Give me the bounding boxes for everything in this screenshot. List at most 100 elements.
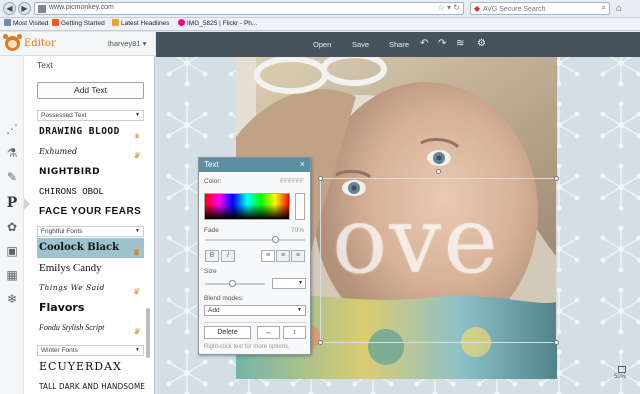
font-item[interactable]: ECUYERDAX (37, 357, 144, 377)
zoom-icon[interactable] (618, 366, 626, 373)
close-icon[interactable]: × (300, 159, 305, 169)
open-button[interactable]: Open (313, 40, 331, 49)
magnifier-icon[interactable]: ⌕ (602, 3, 606, 13)
font-item[interactable]: Fondu Stylish Script ♛ (37, 318, 144, 338)
font-item-selected[interactable]: Coolock Black ♛ (37, 238, 144, 258)
align-center-icon[interactable]: ≡ (276, 250, 290, 262)
flip-vertical-button[interactable]: ↕ (283, 326, 306, 339)
divider (204, 322, 306, 323)
fade-slider-knob[interactable] (272, 236, 279, 243)
fade-label: Fade (204, 227, 219, 234)
avg-icon: ◆ (474, 4, 481, 13)
blend-mode-select[interactable]: ▼ Add (204, 305, 306, 316)
font-category-possessed[interactable]: Possessed Text ▼ (37, 110, 144, 121)
bookmark-flickr[interactable]: IMG_5825 | Flickr - Ph... (178, 19, 257, 27)
rss-icon (112, 19, 119, 26)
blend-label: Blend modes: (204, 295, 244, 302)
color-value: FFFFFF (280, 178, 304, 185)
dropdown-arrow-icon: ▼ (135, 112, 140, 118)
undo-icon[interactable]: ↶ (420, 38, 428, 49)
color-spectrum[interactable] (204, 193, 290, 220)
font-item[interactable]: NIGHTBIRD (37, 162, 144, 182)
home-icon[interactable]: ⌂ (616, 3, 622, 14)
font-item[interactable]: TALL DARK AND HANDSOME (37, 377, 145, 394)
font-list-scrollbar[interactable] (146, 308, 150, 358)
touchup-brush-icon[interactable]: ✎ (5, 170, 19, 184)
add-text-button[interactable]: Add Text (37, 82, 144, 99)
font-item[interactable]: FACE YOUR FEARS (37, 202, 144, 222)
font-item[interactable]: CHIRONS OBOL (37, 182, 144, 202)
font-item[interactable]: Exhumed ♛ (37, 142, 144, 162)
hint-text: Right-click text for more options. (204, 344, 290, 350)
textures-icon[interactable]: ▦ (5, 268, 19, 282)
rotate-handle[interactable] (436, 169, 441, 174)
text-p-icon[interactable]: P (5, 196, 19, 210)
address-bar[interactable]: www.picmonkey.com ☆ ▾ ↻ (34, 2, 464, 15)
user-menu[interactable]: lharvey81 ▾ (108, 39, 146, 48)
firefox-icon (52, 19, 59, 26)
dropdown-arrow-icon: ▼ (297, 307, 302, 313)
browser-toolbar: ◀ ▶ www.picmonkey.com ☆ ▾ ↻ ◆ ⌕ ⌂ (0, 0, 640, 18)
overlays-butterfly-icon[interactable]: ✿ (5, 220, 19, 234)
edits-icon[interactable]: ⋰ (5, 122, 19, 136)
dialog-title: Text (204, 160, 219, 169)
resize-handle[interactable] (554, 176, 559, 181)
bookmarks-bar: Most Visited Getting Started Latest Head… (0, 18, 640, 31)
size-slider-knob[interactable] (229, 280, 237, 287)
resize-handle[interactable] (318, 176, 323, 181)
dropdown-arrow-icon: ▼ (135, 347, 140, 353)
color-label: Color: (204, 178, 222, 185)
panel-header: Editor lharvey81 ▾ (0, 32, 155, 56)
search-input[interactable] (483, 4, 598, 14)
text-dialog: Text × Color: FFFFFF Fade 70% B I ≡ ≡ ≡ … (198, 157, 311, 355)
font-item[interactable]: Things We Said ♛ (37, 278, 144, 298)
flickr-icon (178, 19, 185, 26)
back-icon[interactable]: ◀ (3, 2, 16, 15)
site-favicon-icon (38, 5, 46, 13)
color-swatch[interactable] (295, 193, 305, 220)
editor-toolbar: Open Save Share ↶ ↷ ≋ ⚙ (156, 32, 640, 57)
url-text: www.picmonkey.com (49, 4, 114, 11)
effects-flask-icon[interactable]: ⚗ (5, 146, 19, 160)
frames-icon[interactable]: ▣ (5, 244, 19, 258)
font-category-winter[interactable]: Winter Fonts ▼ (37, 345, 144, 356)
dialog-header[interactable]: Text × (199, 158, 310, 172)
dropdown-arrow-icon: ▼ (135, 228, 140, 234)
layers-icon[interactable]: ≋ (456, 38, 464, 49)
fade-slider-track[interactable] (205, 239, 305, 241)
bookmark-latest-headlines[interactable]: Latest Headlines (112, 19, 169, 27)
settings-gear-icon[interactable]: ⚙ (477, 38, 486, 49)
font-list: Possessed Text ▼ DRAWING BLOOD ♛ Exhumed ♛ … (37, 108, 149, 394)
align-right-icon[interactable]: ≡ (291, 250, 305, 262)
font-item[interactable]: DRAWING BLOOD ♛ (37, 122, 144, 142)
tool-strip: ⋰ ⚗ ✎ P ✿ ▣ ▦ ❄ (0, 56, 24, 394)
resize-handle[interactable] (318, 340, 323, 345)
bookmark-getting-started[interactable]: Getting Started (52, 19, 105, 27)
font-category-frightful[interactable]: Frightful Fonts ▼ (37, 226, 144, 237)
bookmark-most-visited[interactable]: Most Visited (4, 19, 48, 27)
active-tool-indicator (24, 198, 30, 210)
folder-icon (4, 19, 11, 26)
share-button[interactable]: Share (389, 40, 409, 49)
size-dropdown[interactable]: ▾ (272, 278, 306, 289)
size-label: Size (204, 268, 217, 275)
dropdown-arrow-icon: ▾ (298, 280, 302, 286)
italic-button[interactable]: I (221, 250, 235, 262)
font-item[interactable]: Emilys Candy (37, 258, 144, 278)
delete-button[interactable]: Delete (204, 326, 251, 339)
resize-handle[interactable] (554, 340, 559, 345)
themes-snowflake-icon[interactable]: ❄ (5, 292, 19, 306)
monkey-logo-icon (3, 34, 22, 51)
canvas-text[interactable]: ove (332, 186, 500, 296)
crown-icon: ♛ (132, 327, 140, 336)
fade-value: 70% (290, 227, 304, 234)
forward-icon[interactable]: ▶ (18, 2, 31, 15)
redo-icon[interactable]: ↷ (438, 38, 446, 49)
save-button[interactable]: Save (352, 40, 369, 49)
bookmark-star-icon[interactable]: ☆ ▾ ↻ (438, 3, 460, 12)
align-left-icon[interactable]: ≡ (261, 250, 275, 262)
font-item[interactable]: Flavors (37, 298, 144, 318)
search-box[interactable]: ◆ ⌕ (470, 2, 610, 15)
flip-horizontal-button[interactable]: ↔ (257, 326, 280, 339)
bold-button[interactable]: B (205, 250, 219, 262)
